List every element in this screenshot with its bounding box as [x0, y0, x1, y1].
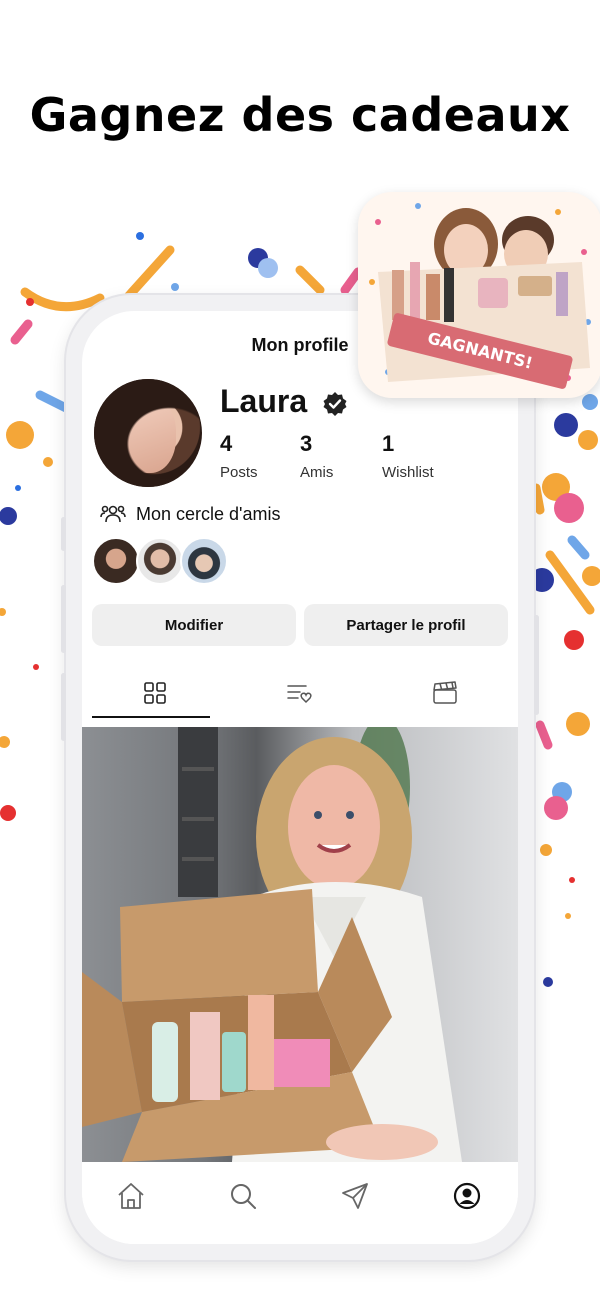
- search-icon[interactable]: [228, 1181, 258, 1211]
- stat-posts-value: 4: [220, 431, 233, 456]
- friend-avatar[interactable]: [180, 537, 228, 585]
- home-icon[interactable]: [116, 1181, 146, 1211]
- friends-avatars[interactable]: [92, 537, 232, 585]
- profile-tabs: [82, 667, 518, 719]
- verified-badge-icon: [323, 392, 347, 416]
- tab-grid[interactable]: [82, 667, 227, 719]
- edit-profile-button[interactable]: Modifier: [92, 604, 296, 646]
- user-name: Laura: [220, 383, 308, 419]
- send-icon[interactable]: [340, 1181, 370, 1211]
- unboxing-photo: [82, 727, 462, 1162]
- phone-mockup: Mon profile Laura 4 Posts 3 Amis 1 Wishl…: [61, 295, 539, 1260]
- stat-friends-value: 3: [300, 431, 313, 456]
- grid-icon: [143, 682, 166, 704]
- friend-avatar[interactable]: [136, 537, 184, 585]
- bottom-nav: [82, 1163, 518, 1244]
- profile-screen: Mon profile Laura 4 Posts 3 Amis 1 Wishl…: [82, 311, 518, 1244]
- post-thumbnail[interactable]: [82, 727, 518, 1162]
- avatar[interactable]: [94, 379, 202, 487]
- people-group-icon: [100, 505, 126, 523]
- friend-avatar[interactable]: [92, 537, 140, 585]
- stat-wishlist-value: 1: [382, 431, 395, 456]
- friends-circle-header[interactable]: Mon cercle d'amis: [100, 503, 280, 525]
- profile-icon[interactable]: [452, 1181, 482, 1211]
- share-profile-button[interactable]: Partager le profil: [304, 604, 508, 646]
- tab-videos[interactable]: [372, 667, 517, 719]
- stat-wishlist-label: Wishlist: [382, 464, 434, 481]
- friends-circle-label: Mon cercle d'amis: [136, 503, 281, 524]
- active-tab-indicator: [92, 716, 210, 718]
- clapperboard-icon: [432, 681, 457, 704]
- headline: Gagnez des cadeaux: [29, 88, 571, 142]
- wishlist-icon: [286, 685, 312, 704]
- stat-posts-label: Posts: [220, 464, 258, 481]
- tab-wishlist[interactable]: [227, 667, 372, 719]
- winners-promo-badge: GAGNANTS!: [358, 192, 600, 398]
- stat-friends-label: Amis: [300, 464, 334, 481]
